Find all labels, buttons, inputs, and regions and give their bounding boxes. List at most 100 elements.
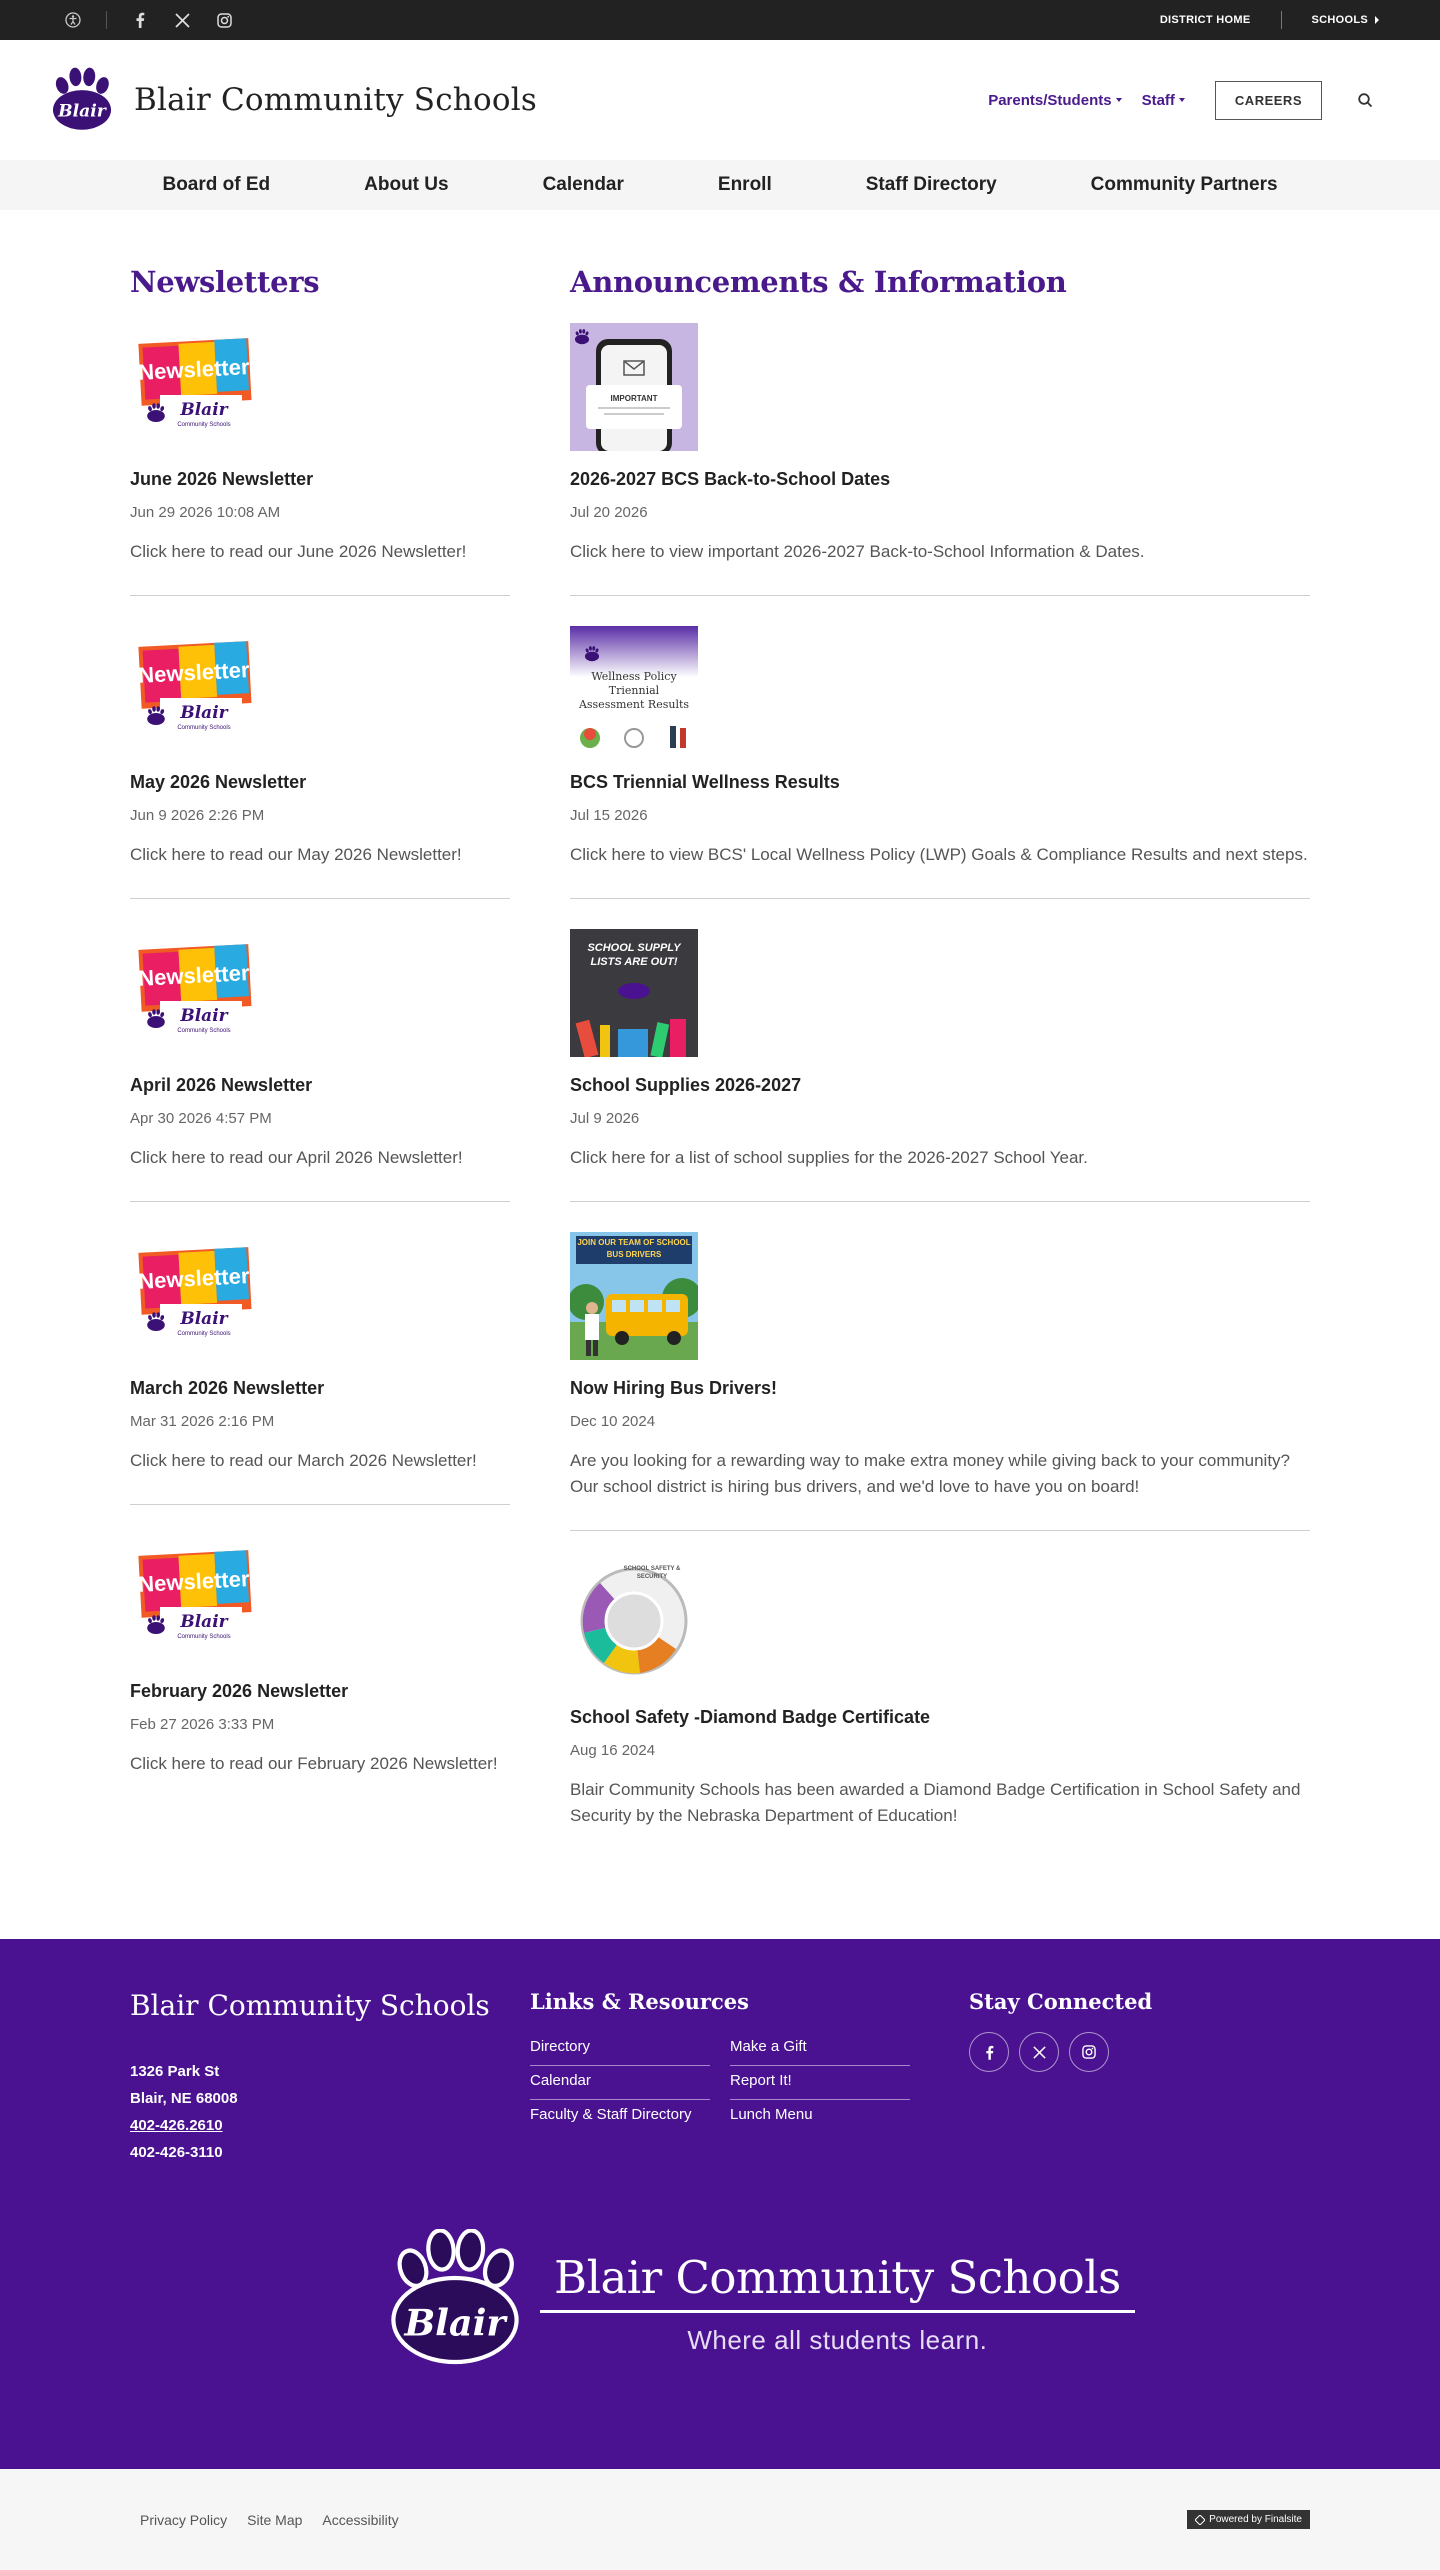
nav-community-partners[interactable]: Community Partners [1091,174,1278,196]
nav-staff-directory[interactable]: Staff Directory [866,174,997,196]
announcements-section: Announcements & Information IMPORTANT 20… [570,265,1310,1889]
newsletter-card[interactable]: Newsletter Blair Community Schools Febru… [130,1535,510,1807]
footer-link-directory[interactable]: Directory [530,2032,710,2066]
svg-text:Blair: Blair [403,2301,508,2344]
nav-enroll[interactable]: Enroll [718,174,772,196]
svg-text:Community Schools: Community Schools [177,1331,230,1337]
svg-text:Blair: Blair [179,1006,228,1026]
instagram-icon [1082,2045,1096,2059]
caret-down-icon [1178,98,1185,102]
nav-board-of-ed[interactable]: Board of Ed [162,174,270,196]
powered-by-label: Powered by Finalsite [1209,2514,1302,2525]
staff-menu[interactable]: Staff [1142,92,1185,109]
newsletter-title[interactable]: May 2026 Newsletter [130,772,510,793]
newsletter-card[interactable]: Newsletter Blair Community Schools March… [130,1232,510,1505]
announcement-title[interactable]: Now Hiring Bus Drivers! [570,1378,1310,1399]
newsletter-desc: Click here to read our June 2026 Newslet… [130,542,467,561]
careers-button[interactable]: CAREERS [1214,80,1322,120]
blair-paw-logo: Blair [380,2229,530,2369]
instagram-icon[interactable] [215,11,233,29]
announcement-card[interactable]: IMPORTANT 2026-2027 BCS Back-to-School D… [570,323,1310,596]
newsletter-title[interactable]: April 2026 Newsletter [130,1075,510,1096]
school-supplies-thumbnail: SCHOOL SUPPLY LISTS ARE OUT! [570,929,698,1057]
schools-dropdown[interactable]: SCHOOLS [1312,14,1381,26]
newsletter-card[interactable]: Newsletter Blair Community Schools June … [130,323,510,596]
facebook-icon [985,2045,993,2060]
announcement-card[interactable]: JOIN OUR TEAM OF SCHOOL BUS DRIVERS Now … [570,1232,1310,1531]
announcement-card[interactable]: SCHOOL SUPPLY LISTS ARE OUT! School Supp… [570,929,1310,1202]
newsletter-title[interactable]: February 2026 Newsletter [130,1681,510,1702]
newsletter-card[interactable]: Newsletter Blair Community Schools April… [130,929,510,1202]
footer-link-lunch-menu[interactable]: Lunch Menu [730,2100,910,2133]
announcement-title[interactable]: School Safety -Diamond Badge Certificate [570,1707,1310,1728]
x-icon [1032,2045,1046,2059]
announcement-desc: Are you looking for a rewarding way to m… [570,1451,1291,1496]
announcement-title[interactable]: School Supplies 2026-2027 [570,1075,1310,1096]
footer-link-calendar[interactable]: Calendar [530,2066,710,2100]
newsletters-heading: Newsletters [130,265,320,299]
phone-important-thumbnail: IMPORTANT [570,323,698,451]
svg-text:Community Schools: Community Schools [177,1634,230,1640]
newsletters-section: Newsletters Newsletter Blair Community S… [130,265,510,1889]
announcement-desc: Click here for a list of school supplies… [570,1148,1088,1167]
announcement-desc: Blair Community Schools has been awarded… [570,1780,1301,1825]
nav-about-us[interactable]: About Us [364,174,448,196]
footer-social: Stay Connected [969,1989,1152,2166]
x-button[interactable] [1019,2032,1059,2072]
newsletter-title[interactable]: March 2026 Newsletter [130,1378,510,1399]
bus-drivers-thumbnail: JOIN OUR TEAM OF SCHOOL BUS DRIVERS [570,1232,698,1360]
caret-down-icon [1115,98,1122,102]
announcement-desc: Click here to view important 2026-2027 B… [570,542,1145,561]
svg-text:Community Schools: Community Schools [177,1028,230,1034]
site-name: Blair Community Schools [134,82,537,118]
announcement-card[interactable]: SCHOOL SAFETY & SECURITY School Safety -… [570,1561,1310,1859]
phone-link[interactable]: 402-426.2610 [130,2117,223,2134]
social-heading: Stay Connected [969,1989,1153,2014]
announcement-card[interactable]: Wellness Policy Triennial Assessment Res… [570,626,1310,899]
newsletter-thumbnail: Newsletter Blair Community Schools [138,338,252,429]
safety-badge-thumbnail: SCHOOL SAFETY & SECURITY [570,1561,698,1689]
announcement-title[interactable]: BCS Triennial Wellness Results [570,772,1310,793]
home-logo-link[interactable]: Blair Blair Community Schools [48,67,537,133]
site-header: Blair Blair Community Schools Parents/St… [0,40,1440,160]
footer-brand-name: Blair Community Schools [540,2251,1135,2313]
newsletter-desc: Click here to read our May 2026 Newslett… [130,845,462,864]
announcement-date: Jul 9 2026 [570,1110,640,1127]
district-home-link[interactable]: DISTRICT HOME [1160,14,1251,26]
facebook-button[interactable] [969,2032,1009,2072]
svg-text:Blair: Blair [179,1612,228,1632]
search-button[interactable] [1350,85,1380,115]
announcement-desc: Click here to view BCS' Local Wellness P… [570,845,1308,864]
divider [1280,11,1282,29]
parents-students-label: Parents/Students [988,91,1112,109]
newsletter-date: Feb 27 2026 3:33 PM [130,1716,275,1733]
newsletter-date: Mar 31 2026 2:16 PM [130,1413,275,1430]
footer-link-make-a-gift[interactable]: Make a Gift [730,2032,910,2066]
newsletter-date: Apr 30 2026 4:57 PM [130,1110,272,1127]
divider [106,11,107,29]
newsletter-title[interactable]: June 2026 Newsletter [130,469,510,490]
newsletter-desc: Click here to read our April 2026 Newsle… [130,1148,463,1167]
announcement-title[interactable]: 2026-2027 BCS Back-to-School Dates [570,469,1310,490]
footer-link-report-it[interactable]: Report It! [730,2066,910,2100]
main-content: Newsletters Newsletter Blair Community S… [0,210,1440,1939]
nav-calendar[interactable]: Calendar [543,174,624,196]
privacy-policy-link[interactable]: Privacy Policy [140,2512,227,2528]
newsletter-card[interactable]: Newsletter Blair Community Schools May 2… [130,626,510,899]
announcements-heading: Announcements & Information [570,265,1067,299]
facebook-icon[interactable] [131,11,149,29]
parents-students-menu[interactable]: Parents/Students [988,91,1122,109]
site-map-link[interactable]: Site Map [247,2512,302,2528]
accessibility-link[interactable]: Accessibility [322,2512,398,2528]
footer-link-faculty-staff-directory[interactable]: Faculty & Staff Directory [530,2100,710,2133]
powered-by-badge[interactable]: Powered by Finalsite [1187,2510,1310,2529]
tagline: Where all students learn. [687,2325,988,2355]
instagram-button[interactable] [1069,2032,1109,2072]
x-icon[interactable] [173,11,191,29]
newsletter-date: Jun 9 2026 2:26 PM [130,807,265,824]
chevron-right-icon [1375,16,1379,24]
accessibility-icon[interactable] [64,11,82,29]
svg-text:Blair: Blair [179,400,228,420]
legal-bar: Privacy Policy Site Map Accessibility Po… [0,2469,1440,2570]
site-footer: Blair Community Schools 1326 Park St Bla… [0,1939,1440,2469]
